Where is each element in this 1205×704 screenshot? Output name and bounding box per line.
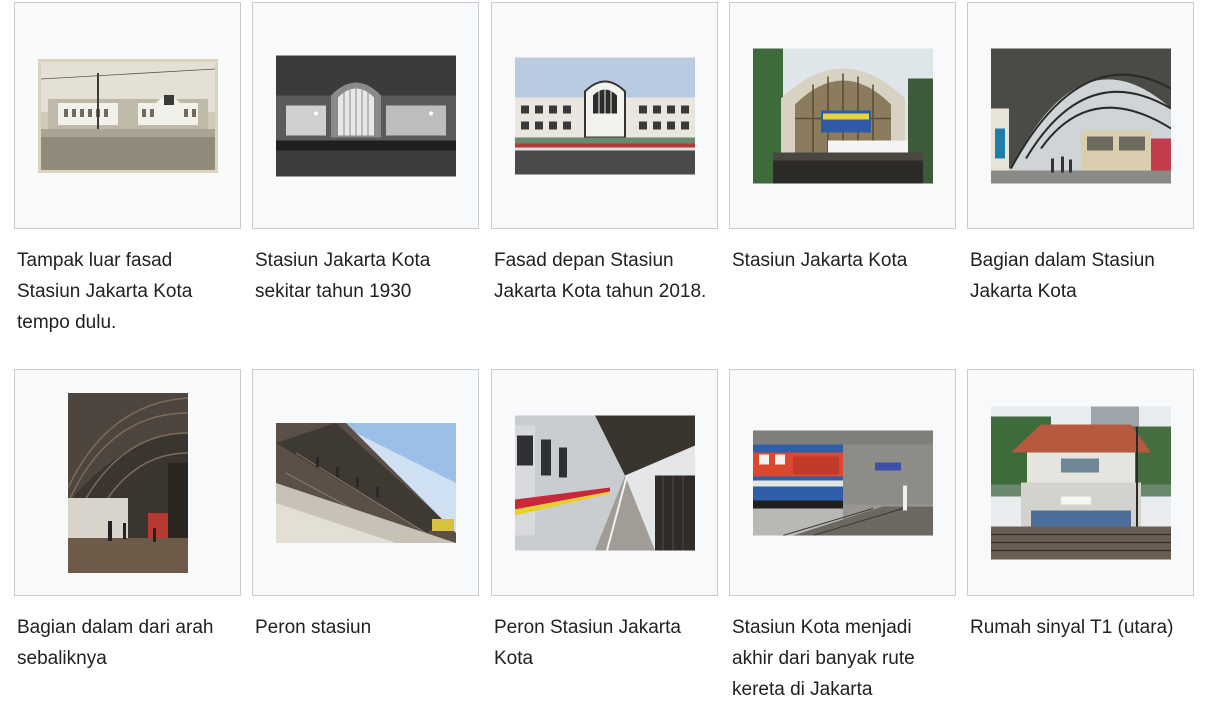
gallery-caption: Stasiun Kota menjadi akhir dari banyak r… xyxy=(732,617,915,700)
gallery-thumb[interactable] xyxy=(491,369,718,596)
vintage-station-photo-icon[interactable] xyxy=(37,58,218,173)
gallery-thumb[interactable] xyxy=(967,369,1194,596)
gallery-thumb[interactable] xyxy=(14,369,241,596)
gallery-caption: Stasiun Jakarta Kota sekitar tahun 1930 xyxy=(255,250,431,302)
train-platform-photo-icon[interactable] xyxy=(514,415,695,550)
gallery-thumb[interactable] xyxy=(491,2,718,229)
gallery-thumb[interactable] xyxy=(729,2,956,229)
gallery-thumb[interactable] xyxy=(252,369,479,596)
night-station-photo-icon[interactable] xyxy=(275,55,456,176)
gallery-caption: Fasad depan Stasiun Jakarta Kota tahun 2… xyxy=(494,250,707,302)
station-facade-photo-icon[interactable] xyxy=(514,57,695,174)
gallery-caption: Tampak luar fasad Stasiun Jakarta Kota t… xyxy=(17,250,193,333)
gallery-thumb[interactable] xyxy=(729,369,956,596)
gallery-caption: Bagian dalam Stasiun Jakarta Kota xyxy=(970,250,1155,302)
gallery-caption: Bagian dalam dari arah sebaliknya xyxy=(17,617,214,669)
station-roof-photo-icon[interactable] xyxy=(67,392,188,573)
gallery-thumb[interactable] xyxy=(967,2,1194,229)
gallery-thumb[interactable] xyxy=(14,2,241,229)
platform-photo-icon[interactable] xyxy=(275,422,456,543)
locomotive-photo-icon[interactable] xyxy=(752,430,933,535)
station-entrance-photo-icon[interactable] xyxy=(752,48,933,183)
gallery-caption: Stasiun Jakarta Kota xyxy=(732,250,908,271)
signal-house-photo-icon[interactable] xyxy=(990,406,1171,559)
gallery-thumb[interactable] xyxy=(252,2,479,229)
image-gallery: Tampak luar fasad Stasiun Jakarta Kota t… xyxy=(0,0,1205,704)
station-interior-photo-icon[interactable] xyxy=(990,48,1171,183)
gallery-caption: Peron Stasiun Jakarta Kota xyxy=(494,617,681,669)
gallery-caption: Peron stasiun xyxy=(255,617,372,638)
gallery-caption: Rumah sinyal T1 (utara) xyxy=(970,617,1174,638)
